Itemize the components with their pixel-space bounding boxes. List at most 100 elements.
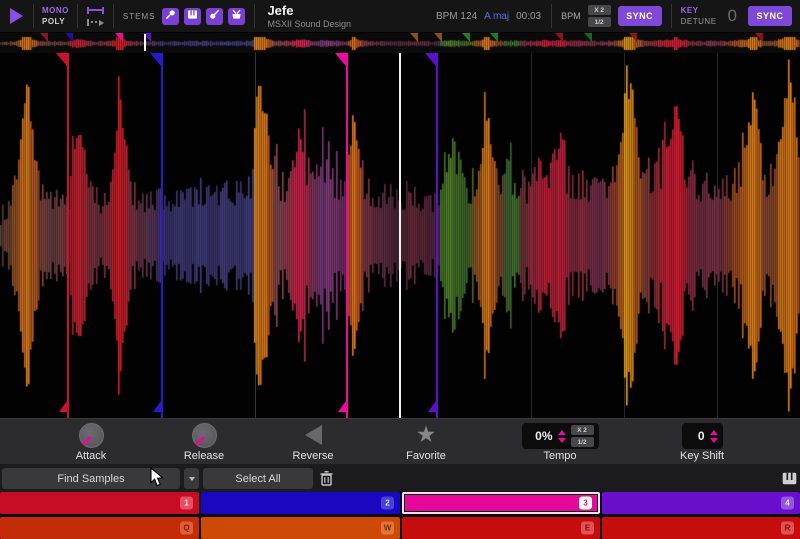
playhead[interactable]	[399, 53, 401, 418]
keyboard-view-button[interactable]	[780, 468, 798, 489]
pad-Q[interactable]: Q	[0, 517, 199, 539]
pad-key-badge: 3	[579, 497, 592, 510]
cue-foot-icon	[338, 401, 346, 412]
overview-cue-flag-icon	[462, 33, 470, 42]
cue-foot-icon	[59, 401, 67, 412]
bottom-toolbar: Find Samples Select All	[0, 464, 800, 492]
key-label[interactable]: KEY	[681, 6, 717, 15]
cue-marker-3[interactable]	[346, 53, 348, 418]
tempo-down-icon[interactable]	[558, 438, 566, 443]
waveform-display[interactable]	[0, 53, 800, 418]
overview-cue-flag-icon	[629, 33, 637, 42]
cue-flag-icon[interactable]	[425, 53, 436, 66]
release-control: Release	[174, 419, 234, 465]
stem-drums-button[interactable]	[228, 8, 245, 25]
play-button[interactable]	[0, 0, 33, 33]
tempo-control: 0% X 2 1/2 Tempo	[519, 419, 601, 465]
cue-flag-icon[interactable]	[150, 53, 161, 66]
cue-marker-4[interactable]	[436, 53, 438, 418]
overview-cue-flag-icon	[40, 33, 48, 42]
pad-key-badge: R	[781, 522, 794, 535]
play-icon	[10, 8, 23, 24]
key-sync-button[interactable]: SYNC	[748, 6, 792, 26]
trigger-mode-icon[interactable]	[87, 19, 104, 26]
hold-mode-icon[interactable]	[87, 7, 104, 14]
find-samples-button[interactable]: Find Samples	[2, 468, 180, 489]
guitar-icon	[209, 7, 220, 25]
bpm-x2-button[interactable]: X 2	[588, 5, 611, 15]
favorite-star-icon[interactable]: ★	[416, 423, 437, 445]
keyshift-value: 0	[687, 429, 705, 443]
pad-key-badge: Q	[180, 522, 193, 535]
track-title: Jefe	[267, 3, 351, 18]
favorite-label: Favorite	[406, 450, 446, 462]
track-artist: MSXII Sound Design	[267, 19, 351, 29]
pad-E[interactable]: E	[402, 517, 600, 539]
cue-flag-icon[interactable]	[335, 53, 346, 66]
select-all-button[interactable]: Select All	[203, 468, 313, 489]
cue-foot-icon	[153, 401, 161, 412]
key-sync-group: KEY DETUNE 0 SYNC	[672, 6, 800, 26]
pad-4[interactable]: 4	[602, 492, 800, 514]
tempo-up-icon[interactable]	[558, 430, 566, 435]
drum-icon	[231, 7, 242, 25]
cue-marker-1[interactable]	[67, 53, 69, 418]
pad-2[interactable]: 2	[201, 492, 400, 514]
tempo-stepper[interactable]	[558, 430, 566, 443]
tempo-half-button[interactable]: 1/2	[571, 437, 594, 447]
cue-flag-icon[interactable]	[56, 53, 67, 66]
delete-button[interactable]	[316, 468, 336, 489]
pad-W[interactable]: W	[201, 517, 400, 539]
pad-3[interactable]: 3	[402, 492, 600, 514]
stem-vocals-button[interactable]	[162, 8, 179, 25]
attack-knob[interactable]	[79, 423, 104, 448]
chevron-down-icon	[189, 477, 195, 481]
track-bpm: BPM 124	[436, 11, 477, 22]
pad-key-badge: 2	[381, 497, 394, 510]
overview-cue-flag-icon	[584, 33, 592, 42]
waveform-overview[interactable]	[0, 33, 800, 53]
overview-cue-flag-icon	[755, 33, 763, 42]
poly-option[interactable]: POLY	[42, 17, 69, 26]
attack-control: Attack	[61, 419, 121, 465]
tempo-label: Tempo	[543, 450, 576, 462]
piano-icon	[187, 7, 198, 25]
mono-option[interactable]: MONO	[42, 6, 69, 15]
keyshift-down-icon[interactable]	[710, 438, 718, 443]
release-knob[interactable]	[192, 423, 217, 448]
tempo-x2-button[interactable]: X 2	[571, 425, 594, 435]
voice-mode-toggle: MONO POLY	[34, 6, 77, 26]
keyshift-up-icon[interactable]	[710, 430, 718, 435]
detune-value: 0	[724, 6, 741, 26]
stem-keys-button[interactable]	[184, 8, 201, 25]
stems-group: STEMS	[114, 8, 255, 25]
controls-bar: Attack Release Reverse ★ Favorite 0% X 2	[0, 418, 800, 464]
overview-playhead	[144, 34, 146, 51]
bpm-sync-button[interactable]: SYNC	[618, 6, 662, 26]
overview-cue-flag-icon	[555, 33, 563, 42]
playback-mode-toggle	[78, 7, 113, 26]
stems-label: STEMS	[123, 12, 156, 21]
keyshift-label: Key Shift	[680, 450, 724, 462]
sampler-app: MONO POLY STEMS Jefe MSXII Sound Design …	[0, 0, 800, 539]
cue-marker-2[interactable]	[161, 53, 163, 418]
overview-cue-flag-icon	[115, 33, 123, 42]
keyshift-stepper[interactable]	[710, 430, 718, 443]
find-samples-dropdown-button[interactable]	[184, 468, 199, 489]
pad-key-badge: 4	[781, 497, 794, 510]
bpm-sync-group: BPM X 2 1/2 SYNC	[552, 5, 671, 27]
track-key: A maj	[484, 11, 509, 22]
trash-icon	[320, 471, 333, 486]
reverse-icon[interactable]	[305, 425, 322, 445]
track-meta: BPM 124 A maj 00:03	[436, 11, 551, 22]
stem-bass-button[interactable]	[206, 8, 223, 25]
track-info: Jefe MSXII Sound Design	[255, 3, 363, 29]
bpm-half-button[interactable]: 1/2	[588, 17, 611, 27]
mic-icon	[165, 7, 176, 25]
knob-indicator	[82, 436, 92, 446]
detune-label[interactable]: DETUNE	[681, 17, 717, 26]
pad-1[interactable]: 1	[0, 492, 199, 514]
pad-key-badge: 1	[180, 497, 193, 510]
cue-foot-icon	[428, 401, 436, 412]
pad-R[interactable]: R	[602, 517, 800, 539]
